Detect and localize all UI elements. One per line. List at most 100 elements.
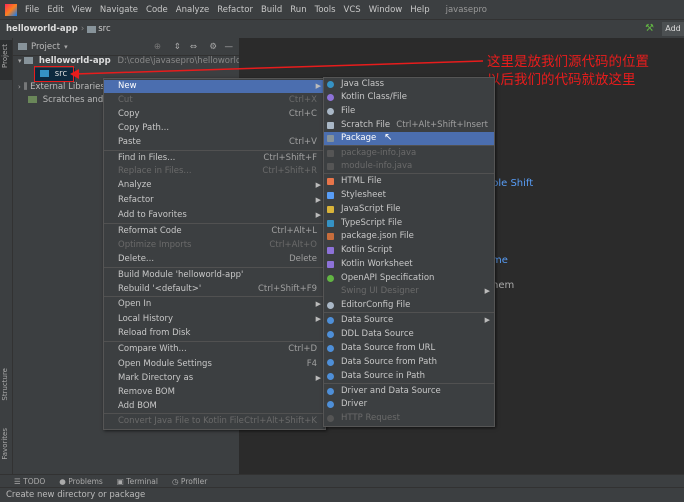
- menu-separator: [324, 312, 494, 313]
- collapse-all-icon[interactable]: ⇔: [190, 42, 197, 52]
- add-configuration-button[interactable]: Add: [662, 22, 684, 36]
- context-menu-item-reformat-code[interactable]: Reformat Code Ctrl+Alt+L: [104, 225, 325, 238]
- menu-item-label: Mark Directory as: [118, 373, 194, 383]
- context-menu-item-mark-directory-as[interactable]: Mark Directory as ▶: [104, 372, 325, 385]
- tab-project[interactable]: Project: [1, 44, 9, 68]
- project-panel-header: Project ▾ ⊕ ⇕ ⇔ ⚙ —: [13, 38, 239, 56]
- new-menu-item-java-class[interactable]: Java Class: [324, 78, 494, 91]
- context-menu-item-open-in[interactable]: Open In ▶: [104, 298, 325, 311]
- menu-separator: [104, 341, 325, 342]
- tab-profiler[interactable]: ◷ Profiler: [172, 477, 207, 486]
- menu-edit[interactable]: Edit: [43, 5, 67, 15]
- context-menu-item-refactor[interactable]: Refactor ▶: [104, 194, 325, 207]
- context-menu-item-open-module-settings[interactable]: Open Module Settings F4: [104, 358, 325, 371]
- context-menu-item-paste[interactable]: Paste Ctrl+V: [104, 136, 325, 149]
- breadcrumb-project[interactable]: helloworld-app: [0, 24, 78, 34]
- tab-structure[interactable]: Structure: [1, 368, 9, 401]
- context-menu-item-add-bom[interactable]: Add BOM: [104, 400, 325, 413]
- context-menu-item-remove-bom[interactable]: Remove BOM: [104, 386, 325, 399]
- menu-window[interactable]: Window: [365, 5, 407, 15]
- new-menu-item-html-file[interactable]: HTML File: [324, 175, 494, 188]
- menu-tools[interactable]: Tools: [311, 5, 340, 15]
- new-menu-item-kotlin-script[interactable]: Kotlin Script: [324, 244, 494, 257]
- menu-item-label: Data Source from Path: [341, 357, 438, 367]
- menu-navigate[interactable]: Navigate: [96, 5, 142, 15]
- menu-refactor[interactable]: Refactor: [213, 5, 257, 15]
- kotlin-worksheet-icon: [327, 261, 334, 268]
- java-file-icon: [327, 163, 334, 170]
- menu-run[interactable]: Run: [286, 5, 310, 15]
- menu-separator: [104, 413, 325, 414]
- menu-view[interactable]: View: [68, 5, 96, 15]
- new-menu-item-typescript-file[interactable]: TypeScript File: [324, 217, 494, 230]
- new-menu-item-javascript-file[interactable]: JavaScript File: [324, 203, 494, 216]
- new-menu-item-editorconfig-file[interactable]: EditorConfig File: [324, 299, 494, 312]
- menu-vcs[interactable]: VCS: [340, 5, 365, 15]
- context-menu-item-replace-in-files: Replace in Files... Ctrl+Shift+R: [104, 165, 325, 178]
- new-menu-item-driver[interactable]: Driver: [324, 398, 494, 411]
- new-menu-item-package-json-file[interactable]: package.json File: [324, 230, 494, 243]
- menu-code[interactable]: Code: [142, 5, 172, 15]
- tab-terminal[interactable]: ▣ Terminal: [117, 477, 158, 486]
- new-menu-item-data-source[interactable]: Data Source ▶: [324, 314, 494, 327]
- new-menu-item-scratch-file[interactable]: Scratch File Ctrl+Alt+Shift+Insert: [324, 119, 494, 132]
- context-menu-item-rebuild-default[interactable]: Rebuild '<default>' Ctrl+Shift+F9: [104, 283, 325, 296]
- menu-item-label: File: [341, 106, 356, 116]
- tab-problems[interactable]: ● Problems: [59, 477, 103, 486]
- project-view-selector[interactable]: Project: [31, 42, 60, 52]
- context-menu-item-reload-from-disk[interactable]: Reload from Disk: [104, 327, 325, 340]
- menu-item-label: Paste: [118, 137, 141, 147]
- tree-row-external-libraries[interactable]: › ⫼ External Libraries: [18, 81, 105, 94]
- context-menu-item-copy[interactable]: Copy Ctrl+C: [104, 108, 325, 121]
- menu-item-label: Local History: [118, 314, 173, 324]
- kotlin-icon: [327, 94, 334, 101]
- locate-icon[interactable]: ⊕: [154, 42, 161, 52]
- menu-item-shortcut: Ctrl+X: [288, 95, 317, 105]
- expand-arrow-icon[interactable]: ›: [18, 83, 21, 91]
- context-menu: New ▶ Cut Ctrl+X Copy Ctrl+C Copy Path... Paste…: [103, 78, 326, 430]
- context-menu-item-delete[interactable]: Delete... Delete: [104, 253, 325, 266]
- openapi-icon: [327, 275, 334, 282]
- menu-item-shortcut: Ctrl+Alt+Shift+Insert: [396, 120, 488, 130]
- new-menu-item-stylesheet[interactable]: Stylesheet: [324, 189, 494, 202]
- tab-favorites[interactable]: Favorites: [1, 428, 9, 460]
- minimize-icon[interactable]: —: [225, 42, 234, 52]
- menu-file[interactable]: File: [21, 5, 43, 15]
- submenu-arrow-icon: ▶: [315, 181, 321, 189]
- new-menu-item-openapi-specification[interactable]: OpenAPI Specification: [324, 272, 494, 285]
- context-menu-item-local-history[interactable]: Local History ▶: [104, 313, 325, 326]
- chevron-down-icon[interactable]: ▾: [64, 43, 68, 51]
- context-menu-item-compare-with[interactable]: Compare With... Ctrl+D: [104, 343, 325, 356]
- new-menu-item-driver-and-data-source[interactable]: Driver and Data Source: [324, 385, 494, 398]
- context-menu-item-find-in-files[interactable]: Find in Files... Ctrl+Shift+F: [104, 152, 325, 165]
- new-menu-item-kotlin-class-file[interactable]: Kotlin Class/File: [324, 91, 494, 104]
- new-menu-item-data-source-from-url[interactable]: Data Source from URL: [324, 342, 494, 355]
- menu-item-shortcut: Ctrl+Shift+F: [263, 153, 317, 163]
- expand-arrow-icon[interactable]: ▾: [18, 57, 22, 65]
- context-menu-item-new[interactable]: New ▶: [104, 80, 325, 93]
- new-menu-item-data-source-in-path[interactable]: Data Source in Path: [324, 370, 494, 383]
- new-menu-item-kotlin-worksheet[interactable]: Kotlin Worksheet: [324, 258, 494, 271]
- new-menu-item-data-source-from-path[interactable]: Data Source from Path: [324, 356, 494, 369]
- new-menu-item-ddl-data-source[interactable]: DDL Data Source: [324, 328, 494, 341]
- submenu-arrow-icon: ▶: [315, 315, 321, 323]
- context-menu-item-analyze[interactable]: Analyze ▶: [104, 179, 325, 192]
- new-menu-item-package[interactable]: Package: [324, 132, 494, 145]
- gear-icon[interactable]: ⚙: [209, 42, 217, 52]
- annotation-text: 这里是放我们源代码的位置 以后我们的代码就放这里: [487, 53, 649, 89]
- hammer-icon[interactable]: ⚒: [645, 23, 654, 34]
- expand-all-icon[interactable]: ⇕: [174, 42, 181, 52]
- menu-build[interactable]: Build: [257, 5, 286, 15]
- context-menu-item-build-module-helloworld-app[interactable]: Build Module 'helloworld-app': [104, 269, 325, 282]
- context-menu-item-add-to-favorites[interactable]: Add to Favorites ▶: [104, 209, 325, 222]
- breadcrumb-src[interactable]: src: [98, 24, 110, 34]
- menu-analyze[interactable]: Analyze: [172, 5, 214, 15]
- new-menu-item-file[interactable]: File: [324, 105, 494, 118]
- context-menu-item-copy-path[interactable]: Copy Path...: [104, 122, 325, 135]
- java-file-icon: [327, 150, 334, 157]
- package-icon: [327, 135, 334, 142]
- tab-todo[interactable]: ☰ TODO: [14, 477, 45, 486]
- menu-help[interactable]: Help: [406, 5, 433, 15]
- menu-item-label: DDL Data Source: [341, 329, 414, 339]
- menu-item-label: Compare With...: [118, 344, 187, 354]
